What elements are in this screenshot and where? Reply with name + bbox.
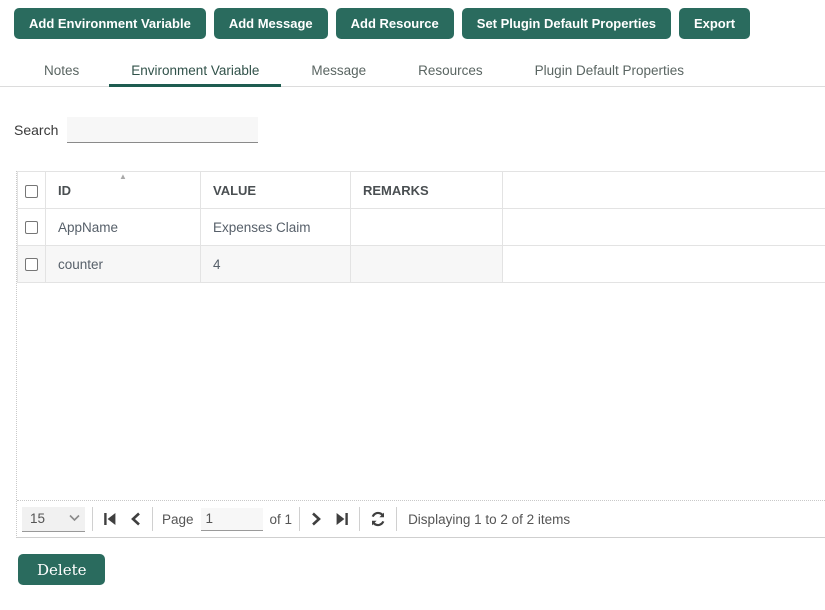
page-of-label: of 1 — [269, 511, 293, 527]
last-page-icon — [336, 513, 348, 525]
cell-remarks — [350, 245, 503, 283]
cell-value: 4 — [200, 245, 351, 283]
delete-button[interactable]: Delete — [18, 554, 106, 585]
toolbar-divider — [152, 507, 153, 531]
cell-remarks — [350, 208, 503, 246]
tab-notes[interactable]: Notes — [22, 56, 101, 87]
select-all-cell — [17, 171, 46, 209]
grid-table: ▲ ID VALUE REMARKS AppName Expenses Clai… — [17, 171, 825, 283]
next-page-button[interactable] — [307, 510, 325, 528]
sort-ascending-icon: ▲ — [119, 172, 127, 181]
column-header-filler — [502, 171, 825, 209]
column-header-id-label: ID — [58, 182, 71, 198]
table-row: counter 4 — [17, 245, 825, 283]
cell-id: counter — [45, 245, 201, 283]
tab-resources[interactable]: Resources — [396, 56, 505, 87]
previous-page-icon — [131, 512, 140, 526]
first-page-icon — [104, 513, 116, 525]
tab-message[interactable]: Message — [289, 56, 388, 87]
search-row: Search — [14, 117, 825, 143]
grid-header-row: ▲ ID VALUE REMARKS — [17, 171, 825, 209]
tab-bar: Notes Environment Variable Message Resou… — [0, 56, 825, 87]
refresh-button[interactable] — [367, 509, 389, 529]
tab-environment-variable[interactable]: Environment Variable — [109, 56, 282, 87]
page-number-input[interactable] — [200, 507, 263, 531]
row-checkbox[interactable] — [25, 221, 38, 235]
toolbar-divider — [396, 507, 398, 531]
last-page-button[interactable] — [332, 510, 352, 528]
displaying-status-text: Displaying 1 to 2 of 2 items — [408, 511, 571, 527]
page-size-select[interactable]: 15 — [22, 506, 85, 532]
select-all-checkbox[interactable] — [25, 184, 38, 198]
add-environment-variable-button[interactable]: Add Environment Variable — [14, 8, 206, 39]
row-checkbox[interactable] — [25, 258, 38, 272]
refresh-icon — [371, 511, 385, 527]
grid-empty-area — [17, 283, 825, 500]
cell-value: Expenses Claim — [200, 208, 351, 246]
search-input[interactable] — [67, 117, 259, 143]
column-header-value[interactable]: VALUE — [200, 171, 351, 209]
add-resource-button[interactable]: Add Resource — [335, 8, 454, 39]
page-label: Page — [162, 511, 194, 527]
set-plugin-default-properties-button[interactable]: Set Plugin Default Properties — [461, 8, 671, 39]
next-page-icon — [312, 512, 321, 526]
add-message-button[interactable]: Add Message — [213, 8, 328, 39]
page-size-select-wrap: 15 — [22, 506, 85, 532]
toolbar-divider — [92, 507, 93, 531]
action-button-bar: Add Environment Variable Add Message Add… — [14, 8, 825, 39]
row-checkbox-cell — [17, 208, 46, 246]
cell-id: AppName — [45, 208, 201, 246]
export-button[interactable]: Export — [678, 8, 751, 39]
cell-filler — [502, 208, 825, 246]
previous-page-button[interactable] — [127, 510, 145, 528]
environment-variable-grid: ▲ ID VALUE REMARKS AppName Expenses Clai… — [16, 171, 825, 538]
toolbar-divider — [299, 507, 301, 531]
tab-plugin-default-properties[interactable]: Plugin Default Properties — [513, 56, 706, 87]
first-page-button[interactable] — [100, 510, 120, 528]
pagination-toolbar: 15 Page of 1 Displaying 1 to — [17, 500, 825, 538]
search-label: Search — [14, 122, 59, 138]
row-checkbox-cell — [17, 245, 46, 283]
column-header-remarks[interactable]: REMARKS — [350, 171, 503, 209]
table-row: AppName Expenses Claim — [17, 208, 825, 246]
column-header-id[interactable]: ▲ ID — [45, 171, 201, 209]
toolbar-divider — [359, 507, 361, 531]
cell-filler — [502, 245, 825, 283]
